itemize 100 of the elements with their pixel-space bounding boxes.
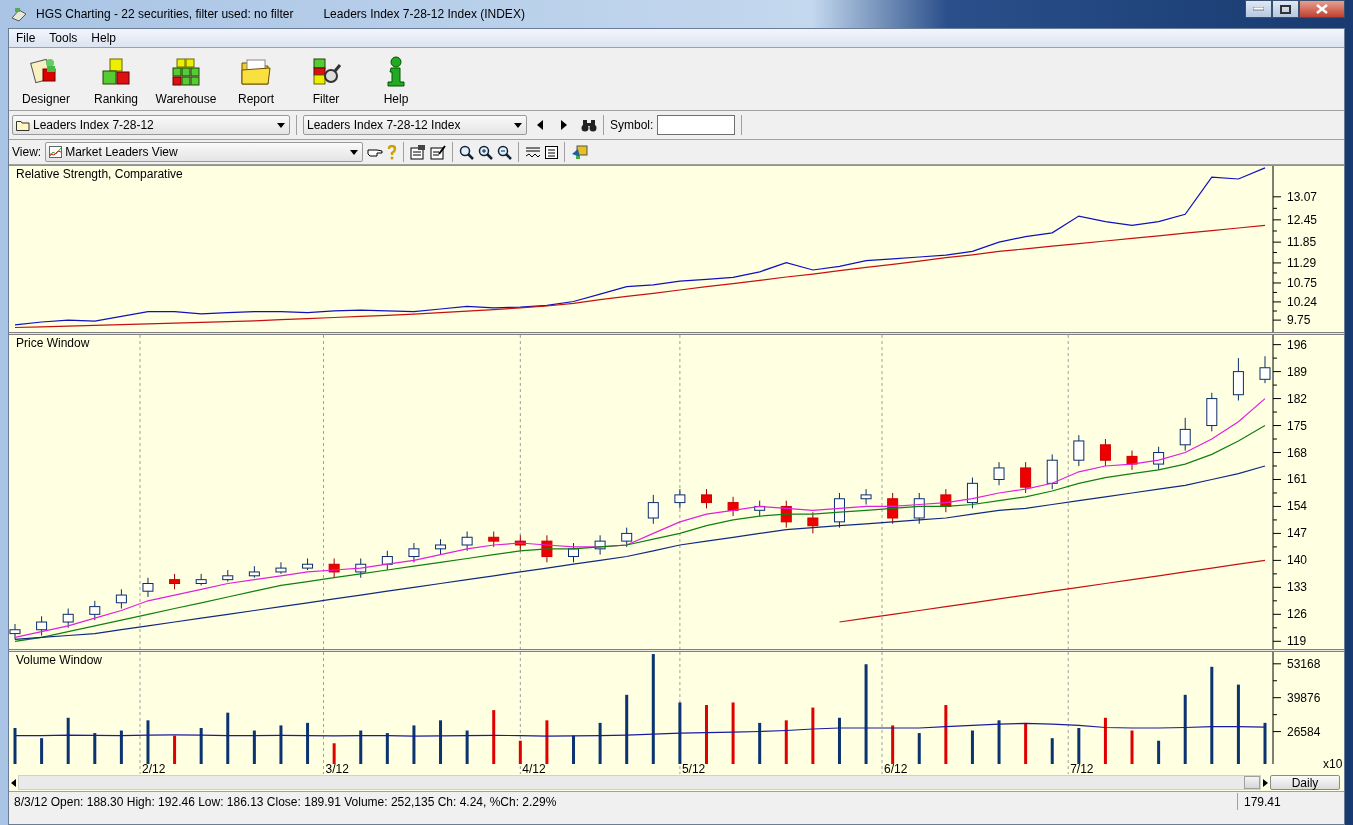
candlestick xyxy=(621,527,633,548)
date-label: 7/12 xyxy=(1070,762,1094,774)
volume-bar xyxy=(917,733,921,764)
volume-bar xyxy=(944,705,948,764)
candlestick xyxy=(727,496,739,517)
volume-bar xyxy=(997,720,1001,764)
axis-label: 133 xyxy=(1287,580,1308,595)
volume-bar xyxy=(518,740,522,764)
indicator-button[interactable] xyxy=(525,145,542,159)
period-button[interactable]: Daily xyxy=(1270,775,1340,790)
minimize-button[interactable] xyxy=(1245,0,1272,18)
axis-label: 10.24 xyxy=(1287,294,1318,309)
scroll-left-button[interactable] xyxy=(11,778,16,787)
menu-item[interactable]: File xyxy=(9,31,43,45)
axis-label: 189 xyxy=(1287,364,1308,379)
view-dropdown[interactable]: Market Leaders View xyxy=(45,142,364,162)
folder-icon xyxy=(16,119,30,131)
volume-bar xyxy=(1183,694,1187,764)
axis-unit-label: x10 xyxy=(1323,757,1343,771)
axis-label: 39876 xyxy=(1287,690,1321,705)
axis-label: 140 xyxy=(1287,553,1308,568)
volume-bar xyxy=(439,720,443,764)
volume-bar xyxy=(1130,730,1134,764)
horizontal-scrollbar[interactable] xyxy=(18,775,1261,790)
volume-bar xyxy=(492,710,496,764)
axis-label: 161 xyxy=(1287,472,1308,487)
volume-bar xyxy=(705,705,708,764)
pointing-hand-button[interactable] xyxy=(367,147,384,157)
toolbar-button[interactable]: Report xyxy=(223,50,289,108)
list-button[interactable] xyxy=(545,145,559,159)
scroll-right-button[interactable] xyxy=(1263,778,1268,787)
candlestick xyxy=(142,577,154,598)
edit-icon xyxy=(430,144,447,160)
zoom-button[interactable] xyxy=(459,144,475,160)
chart-title: Relative Strength, Comparative xyxy=(16,167,183,181)
minimize-icon xyxy=(1253,7,1264,11)
volume-bar xyxy=(731,702,735,764)
volume-bar xyxy=(13,728,17,764)
next-button[interactable] xyxy=(561,120,567,130)
candlestick xyxy=(940,488,952,513)
axis-label: 53168 xyxy=(1287,656,1321,671)
volume-bar xyxy=(359,730,363,764)
candlestick xyxy=(807,511,819,534)
toolbar-button[interactable]: Help xyxy=(363,50,429,108)
candlestick xyxy=(1259,355,1271,384)
list-icon xyxy=(545,145,559,159)
zoom-out-button[interactable] xyxy=(497,144,513,160)
symbol-field[interactable] xyxy=(657,115,736,135)
volume-bar xyxy=(412,725,416,764)
candlestick xyxy=(913,492,925,525)
security-dropdown[interactable]: Leaders Index 7-28-12 Index xyxy=(303,115,527,135)
zoom-in-button[interactable] xyxy=(478,144,494,160)
axis-label: 147 xyxy=(1287,526,1308,541)
toolbar-button[interactable]: Warehouse xyxy=(153,50,219,108)
previous-button[interactable] xyxy=(537,120,543,130)
date-label: 5/12 xyxy=(681,762,706,774)
volume-bar xyxy=(199,728,203,764)
candlestick xyxy=(89,600,101,621)
axis-label: 11.85 xyxy=(1287,235,1317,250)
date-label: 2/12 xyxy=(142,762,166,774)
pointing-hand-icon xyxy=(367,147,384,157)
caret-icon xyxy=(514,122,522,128)
properties-button[interactable] xyxy=(410,144,427,160)
volume-bar xyxy=(173,735,177,764)
candlestick xyxy=(222,569,234,583)
candlestick xyxy=(1046,453,1058,490)
zoom-in-icon xyxy=(478,144,494,160)
shape-button[interactable] xyxy=(571,144,589,160)
maximize-button[interactable] xyxy=(1272,0,1299,18)
zoom-out-icon xyxy=(497,144,513,160)
candlestick xyxy=(195,573,207,586)
close-button[interactable] xyxy=(1299,0,1345,18)
chart-title: Volume Window xyxy=(16,653,103,667)
toolbar-button[interactable]: Filter xyxy=(293,50,359,108)
volume-bar xyxy=(891,725,895,764)
cube-stack-icon xyxy=(169,55,203,89)
candlestick xyxy=(568,542,579,563)
window-title: HGS Charting - 22 securities, filter used: no filter xyxy=(36,7,294,21)
find-button[interactable] xyxy=(581,118,597,132)
edit-button[interactable] xyxy=(430,144,447,160)
menu-item[interactable]: Tools xyxy=(42,31,85,45)
app-icon xyxy=(10,6,28,22)
candlestick xyxy=(594,534,606,556)
candlestick xyxy=(381,550,393,571)
right-triangle-icon xyxy=(561,120,567,130)
menu-item[interactable]: Help xyxy=(84,31,124,45)
candlestick xyxy=(887,492,899,525)
volume-bar xyxy=(1077,728,1081,764)
date-label: 6/12 xyxy=(884,762,908,774)
candlestick xyxy=(62,608,74,629)
volume-bar xyxy=(1263,722,1267,764)
axis-label: 175 xyxy=(1287,418,1308,433)
volume-bar xyxy=(465,730,469,764)
volume-bar xyxy=(40,738,44,764)
toolbar-button[interactable]: Ranking xyxy=(83,50,149,108)
toolbar-button[interactable]: Designer xyxy=(13,50,79,108)
candlestick xyxy=(1099,438,1111,467)
volume-bar xyxy=(572,735,575,764)
list-dropdown[interactable]: Leaders Index 7-28-12 xyxy=(12,115,290,135)
view-label: View: xyxy=(12,145,42,159)
